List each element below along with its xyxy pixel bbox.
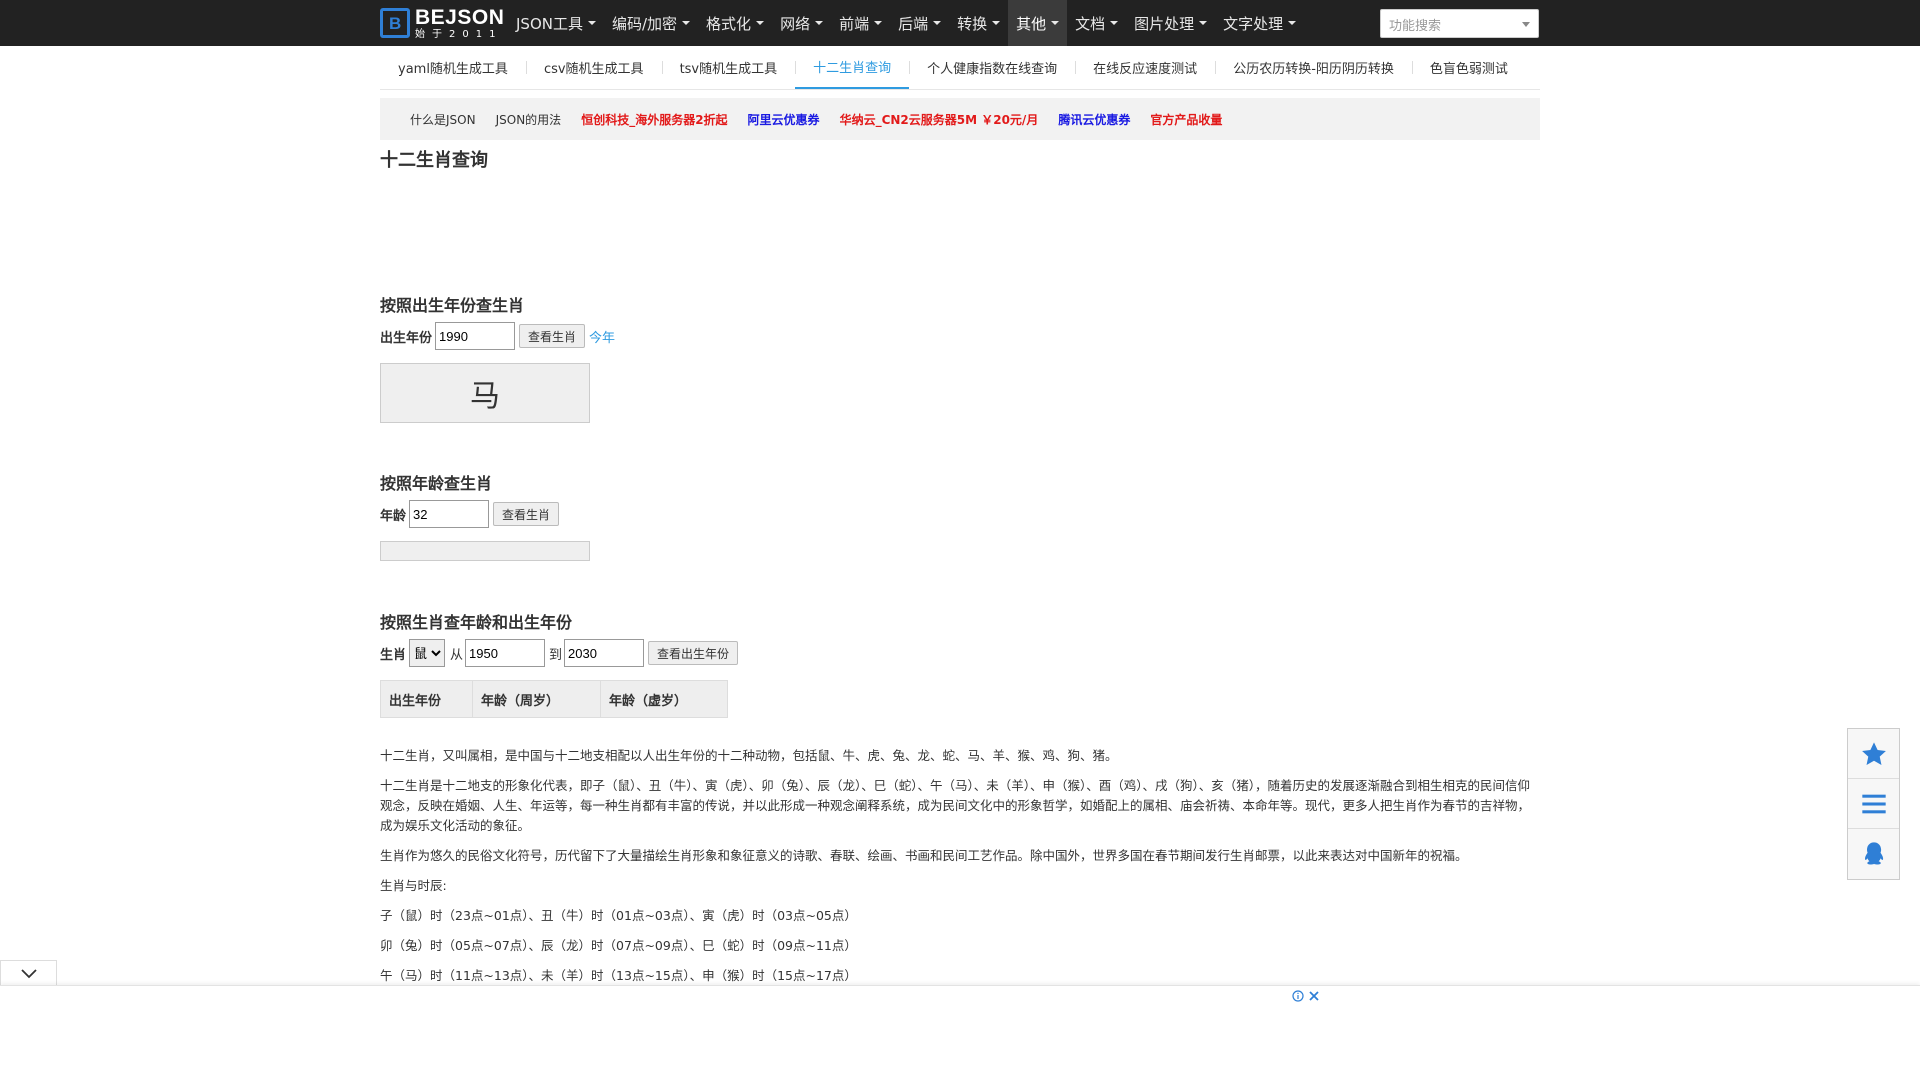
tab-tsv-generator[interactable]: tsv随机生成工具	[661, 46, 796, 89]
check-zodiac-by-age-button[interactable]: 查看生肖	[493, 502, 560, 526]
ad-controls	[1292, 990, 1320, 1002]
page-title: 十二生肖查询	[380, 150, 488, 171]
caret-down-icon	[992, 21, 1001, 25]
nav-item-backend[interactable]: 后端	[890, 0, 949, 46]
from-year-input[interactable]	[465, 639, 546, 667]
by-year-form: 出生年份 查看生肖 今年	[380, 322, 615, 350]
year-zodiac-result: 马	[380, 363, 590, 423]
nav-item-convert[interactable]: 转换	[949, 0, 1008, 46]
menu-button[interactable]	[1848, 779, 1899, 829]
to-label: 到	[549, 647, 563, 663]
birth-year-label: 出生年份	[380, 330, 433, 346]
from-label: 从	[450, 647, 464, 663]
nav-item-text[interactable]: 文字处理	[1215, 0, 1304, 46]
search-placeholder: 功能搜索	[1389, 19, 1442, 34]
nav-item-json[interactable]: JSON工具	[508, 0, 604, 46]
tab-csv-generator[interactable]: csv随机生成工具	[525, 46, 662, 89]
nav-item-network[interactable]: 网络	[772, 0, 831, 46]
promo-link-bar: 什么是JSON JSON的用法 恒创科技_海外服务器2折起 阿里云优惠券 华纳云…	[380, 98, 1540, 140]
col-age-nominal: 年龄（虚岁）	[600, 680, 728, 718]
link-promo-hengchuang[interactable]: 恒创科技_海外服务器2折起	[581, 111, 727, 128]
col-age-full: 年龄（周岁）	[472, 680, 601, 718]
current-year-link[interactable]: 今年	[589, 327, 615, 346]
age-input[interactable]	[409, 500, 490, 528]
caret-down-icon	[1051, 21, 1060, 25]
nav-item-format[interactable]: 格式化	[698, 0, 772, 46]
caret-down-icon	[815, 21, 824, 25]
brand-subtitle: 始于2011	[415, 28, 503, 40]
zodiac-article: 十二生肖，又叫属相，是中国与十二地支相配以人出生年份的十二种动物，包括鼠、牛、虎…	[380, 746, 1540, 996]
link-promo-tencent[interactable]: 腾讯云优惠券	[1058, 111, 1130, 128]
brand-name: BEJSON	[415, 5, 505, 29]
by-zodiac-form: 生肖 鼠 从 到 查看出生年份	[380, 639, 739, 667]
ad-collapse-button[interactable]	[0, 960, 57, 986]
article-paragraph: 十二生肖，又叫属相，是中国与十二地支相配以人出生年份的十二种动物，包括鼠、牛、虎…	[380, 748, 1118, 763]
nav-item-docs[interactable]: 文档	[1067, 0, 1126, 46]
caret-down-icon	[1110, 21, 1119, 25]
tab-color-blind-test[interactable]: 色盲色弱测试	[1411, 46, 1526, 89]
section-title-by-age: 按照年龄查生肖	[380, 474, 493, 493]
age-label: 年龄	[380, 508, 407, 524]
ad-close-icon[interactable]	[1308, 990, 1320, 1002]
caret-down-icon	[1199, 21, 1208, 25]
top-navbar: B BEJSON 始于2011 JSON工具 编码/加密 格式化 网络 前端 后…	[0, 0, 1920, 46]
tab-health-index[interactable]: 个人健康指数在线查询	[909, 46, 1075, 89]
nav-item-other[interactable]: 其他	[1008, 0, 1068, 46]
birth-year-input[interactable]	[435, 322, 516, 350]
table-header-row: 出生年份 年龄（周岁） 年龄（虚岁）	[380, 680, 728, 718]
tab-zodiac-query[interactable]: 十二生肖查询	[795, 46, 910, 89]
article-paragraph: 生肖作为悠久的民俗文化符号，历代留下了大量描绘生肖形象和象征意义的诗歌、春联、绘…	[380, 848, 1468, 863]
caret-down-icon	[587, 21, 596, 25]
check-birth-years-button[interactable]: 查看出生年份	[648, 641, 739, 665]
zodiac-label: 生肖	[380, 647, 407, 663]
dropdown-arrow-icon	[1522, 22, 1530, 27]
zodiac-results-table: 出生年份 年龄（周岁） 年龄（虚岁）	[380, 680, 728, 718]
nav-item-frontend[interactable]: 前端	[831, 0, 890, 46]
check-zodiac-by-year-button[interactable]: 查看生肖	[519, 324, 586, 348]
tool-tabs: yaml随机生成工具 csv随机生成工具 tsv随机生成工具 十二生肖查询 个人…	[380, 46, 1540, 90]
brand-logo[interactable]: B BEJSON 始于2011	[380, 6, 504, 40]
article-paragraph: 生肖与时辰:	[380, 878, 447, 893]
nav-item-encode[interactable]: 编码/加密	[604, 0, 698, 46]
function-search-select[interactable]: 功能搜索	[1380, 9, 1539, 38]
link-json-usage[interactable]: JSON的用法	[496, 111, 562, 128]
ad-banner-area	[0, 985, 1920, 1080]
menu-icon	[1861, 794, 1886, 813]
to-year-input[interactable]	[564, 639, 645, 667]
age-zodiac-result	[380, 541, 590, 561]
tab-calendar-convert[interactable]: 公历农历转换-阳历阴历转换	[1215, 46, 1412, 89]
col-birth-year: 出生年份	[380, 680, 473, 718]
qq-contact-button[interactable]	[1848, 829, 1899, 879]
caret-down-icon	[756, 21, 765, 25]
section-title-by-zodiac: 按照生肖查年龄和出生年份	[380, 613, 573, 632]
article-paragraph: 十二生肖是十二地支的形象化代表，即子（鼠）、丑（牛）、寅（虎）、卯（兔）、辰（龙…	[380, 778, 1531, 833]
logo-icon: B	[380, 8, 410, 38]
link-promo-aliyun[interactable]: 阿里云优惠券	[748, 111, 820, 128]
tab-reaction-test[interactable]: 在线反应速度测试	[1075, 46, 1215, 89]
floating-toolbar	[1847, 728, 1900, 880]
article-paragraph: 午（马）时（11点~13点）、未（羊）时（13点~15点）、申（猴）时（15点~…	[380, 968, 857, 983]
ad-info-icon[interactable]	[1292, 990, 1304, 1002]
star-icon	[1861, 741, 1886, 765]
by-age-form: 年龄 查看生肖	[380, 500, 560, 528]
article-paragraph: 卯（兔）时（05点~07点）、辰（龙）时（07点~09点）、巳（蛇）时（09点~…	[380, 938, 857, 953]
link-promo-huanayun[interactable]: 华纳云_CN2云服务器5M ￥20元/月	[840, 111, 1039, 128]
tab-yaml-generator[interactable]: yaml随机生成工具	[380, 46, 526, 89]
favorite-button[interactable]	[1848, 729, 1899, 779]
link-promo-official[interactable]: 官方产品收量	[1150, 111, 1222, 128]
nav-item-image[interactable]: 图片处理	[1126, 0, 1215, 46]
caret-down-icon	[1288, 21, 1297, 25]
article-paragraph: 子（鼠）时（23点~01点）、丑（牛）时（01点~03点）、寅（虎）时（03点~…	[380, 908, 857, 923]
caret-down-icon	[682, 21, 691, 25]
link-what-is-json[interactable]: 什么是JSON	[410, 111, 476, 128]
caret-down-icon	[933, 21, 942, 25]
zodiac-select[interactable]: 鼠	[409, 639, 446, 667]
chevron-down-icon	[20, 968, 37, 978]
section-title-by-year: 按照出生年份查生肖	[380, 296, 525, 315]
qq-icon	[1864, 842, 1883, 865]
caret-down-icon	[874, 21, 883, 25]
main-nav: JSON工具 编码/加密 格式化 网络 前端 后端 转换 其他 文档 图片处理 …	[508, 0, 1304, 46]
